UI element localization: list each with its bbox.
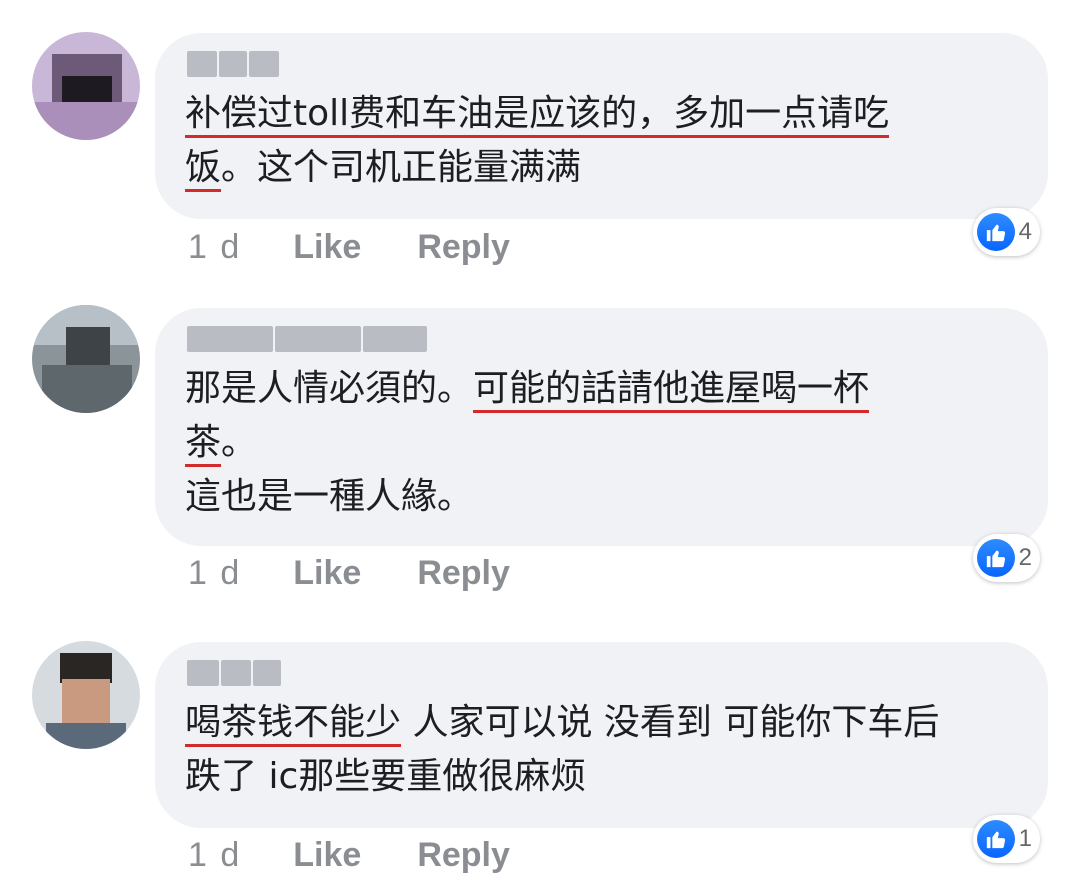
reaction-badge[interactable]: 4 bbox=[972, 208, 1040, 256]
reply-button[interactable]: Reply bbox=[417, 228, 510, 267]
commenter-name-blurred[interactable] bbox=[187, 324, 1018, 354]
commenter-name-blurred[interactable] bbox=[187, 658, 1018, 688]
comment-bubble: 那是人情必須的。可能的話請他進屋喝一杯 茶。 這也是一種人緣。 bbox=[155, 308, 1048, 546]
text-segment: 。这个司机正能量满满 bbox=[221, 147, 582, 188]
comment-text: 补偿过toll费和车油是应该的，多加一点请吃 饭。这个司机正能量满满 bbox=[185, 87, 1018, 195]
comment-text: 那是人情必須的。可能的話請他進屋喝一杯 茶。 這也是一種人緣。 bbox=[185, 362, 1018, 524]
reaction-count: 1 bbox=[1018, 825, 1032, 852]
comment-actions: 1 d Like Reply bbox=[188, 222, 510, 272]
reaction-count: 2 bbox=[1018, 544, 1032, 571]
underlined-text-segment: 饭 bbox=[185, 147, 222, 192]
avatar[interactable] bbox=[32, 641, 140, 749]
thumbs-up-icon bbox=[976, 539, 1015, 577]
comment-bubble: 喝茶钱不能少 人家可以说 没看到 可能你下车后 跌了 ic那些要重做很麻烦 bbox=[155, 642, 1048, 828]
reaction-badge[interactable]: 2 bbox=[972, 534, 1040, 582]
commenter-name-blurred[interactable] bbox=[187, 49, 1018, 79]
avatar[interactable] bbox=[32, 32, 140, 140]
underlined-text-segment: 茶 bbox=[185, 422, 222, 467]
text-segment: 那是人情必須的。 bbox=[185, 368, 474, 409]
text-segment: 。 這也是一種人緣。 bbox=[185, 422, 474, 517]
like-button[interactable]: Like bbox=[293, 228, 361, 267]
reply-button[interactable]: Reply bbox=[417, 554, 510, 593]
avatar[interactable] bbox=[32, 305, 140, 413]
comment-timestamp[interactable]: 1 d bbox=[188, 554, 241, 593]
thumbs-up-icon bbox=[976, 213, 1015, 251]
thumbs-up-icon bbox=[976, 820, 1015, 858]
like-button[interactable]: Like bbox=[293, 554, 361, 593]
comment-bubble: 补偿过toll费和车油是应该的，多加一点请吃 饭。这个司机正能量满满 bbox=[155, 33, 1048, 219]
comment-timestamp[interactable]: 1 d bbox=[188, 836, 241, 875]
like-button[interactable]: Like bbox=[293, 836, 361, 875]
underlined-text-segment: 喝茶钱不能少 bbox=[185, 702, 402, 747]
reaction-badge[interactable]: 1 bbox=[972, 815, 1040, 863]
comment-text: 喝茶钱不能少 人家可以说 没看到 可能你下车后 跌了 ic那些要重做很麻烦 bbox=[185, 696, 1018, 804]
comment-actions: 1 d Like Reply bbox=[188, 830, 510, 880]
underlined-text-segment: 可能的話請他進屋喝一杯 bbox=[473, 368, 870, 413]
reaction-count: 4 bbox=[1018, 218, 1032, 245]
underlined-text-segment: 补偿过toll费和车油是应该的，多加一点请吃 bbox=[185, 93, 890, 138]
comment-timestamp[interactable]: 1 d bbox=[188, 228, 241, 267]
reply-button[interactable]: Reply bbox=[417, 836, 510, 875]
comment-actions: 1 d Like Reply bbox=[188, 548, 510, 598]
